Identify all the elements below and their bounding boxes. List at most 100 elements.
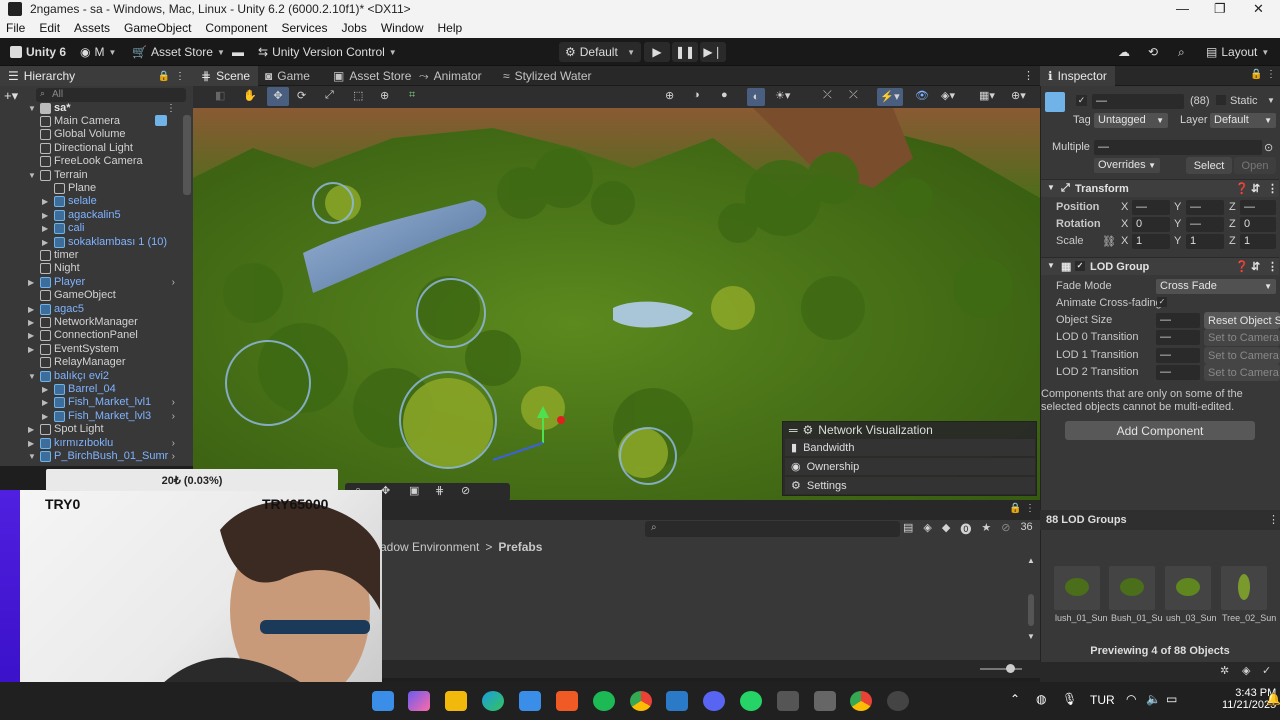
drag-handle-icon[interactable]: ═ (789, 423, 798, 437)
hierarchy-item[interactable]: ▶ kırmızıboklu › (0, 437, 183, 450)
volume-icon[interactable]: 🔈 (1146, 692, 1161, 706)
windows-start-icon[interactable] (372, 691, 394, 711)
rect-tool-icon[interactable]: ⬚ (353, 89, 363, 102)
whatsapp-icon[interactable] (740, 691, 762, 711)
tab-game[interactable]: ◙ Game (257, 66, 318, 86)
more-icon[interactable]: ⋮ (1025, 503, 1035, 514)
scroll-down-icon[interactable]: ▼ (1027, 632, 1035, 641)
hierarchy-item[interactable]: ▶ Player › (0, 276, 183, 289)
hierarchy-search-input[interactable]: ⌕ All (36, 88, 186, 102)
chevron-down-icon[interactable]: ▼ (28, 169, 36, 182)
lod-group-header[interactable]: ▼ ▦ ✓ LOD Group ❓ ⇵ ⋮ (1041, 257, 1279, 275)
move-tool-icon[interactable]: ✥ (381, 484, 390, 497)
custom-tool-icon[interactable]: ⌗ (409, 89, 415, 102)
chevron-right-icon[interactable]: ▶ (28, 437, 34, 450)
asset-store-dropdown[interactable]: 🛒 Asset Store ▼ (126, 42, 231, 62)
tab-stylized-water[interactable]: ≈ Stylized Water (495, 66, 600, 86)
fade-mode-dropdown[interactable]: Cross Fade ▼ (1156, 279, 1276, 294)
vscode-icon[interactable] (666, 691, 688, 711)
zoom-slider[interactable] (980, 668, 1022, 670)
multiple-field[interactable]: — (1094, 140, 1262, 155)
hierarchy-item[interactable]: ▶ Fish_Market_lvl1 › (0, 396, 183, 409)
store-icon[interactable] (519, 691, 541, 711)
chevron-right-icon[interactable]: ▶ (42, 222, 48, 235)
netviz-bandwidth[interactable]: ▮ Bandwidth (785, 439, 1035, 456)
audio-icon[interactable]: ⤫ (823, 89, 832, 102)
security-icon[interactable]: ◍ (1036, 692, 1046, 706)
unity-editor-icon[interactable] (814, 691, 836, 711)
microphone-icon[interactable]: 🎙 (1062, 692, 1077, 706)
lod1-transition-field[interactable]: — (1156, 348, 1200, 363)
preview-thumb[interactable] (1054, 566, 1100, 610)
copilot-icon[interactable] (408, 691, 430, 711)
object-size-field[interactable]: — (1156, 313, 1200, 328)
chevron-up-icon[interactable]: ⌃ (1010, 692, 1020, 706)
chevron-right-icon[interactable]: ▶ (42, 410, 48, 423)
account-dropdown[interactable]: ◉ M ▼ (74, 42, 122, 62)
target-icon[interactable]: ⊙ (1264, 141, 1273, 154)
menu-component[interactable]: Component (205, 21, 267, 35)
hierarchy-item[interactable]: ▼ balıkçı evi2 (0, 370, 183, 383)
preview-thumb[interactable] (1221, 566, 1267, 610)
chevron-right-icon[interactable]: ▶ (42, 195, 48, 208)
lod2-transition-field[interactable]: — (1156, 365, 1200, 380)
chevron-right-icon[interactable]: ▶ (28, 303, 34, 316)
scale-z-field[interactable]: 1 (1240, 234, 1276, 249)
hierarchy-item[interactable]: RelayManager (0, 356, 183, 369)
layers-icon[interactable]: ◈▾ (941, 89, 955, 102)
view-tool-icon[interactable]: ◧ (215, 89, 225, 102)
chevron-right-icon[interactable]: › (172, 437, 175, 450)
preview-thumb[interactable] (1109, 566, 1155, 610)
gizmos-icon[interactable]: ⚡▾ (877, 88, 903, 106)
add-component-button[interactable]: Add Component (1065, 421, 1255, 440)
project-scrollbar[interactable]: ▲ ▼ (1027, 556, 1035, 641)
camera-icon[interactable]: ▣ (409, 484, 419, 497)
warning-icon[interactable]: ⓿ (960, 521, 971, 537)
settings-icon[interactable]: ⇵ (1251, 260, 1260, 273)
chrome-icon[interactable] (850, 691, 872, 711)
debug-icon[interactable]: ✲ (1220, 664, 1229, 677)
lock-icon[interactable]: 🔒 (1250, 69, 1262, 80)
tab-inspector[interactable]: ℹ Inspector (1040, 66, 1115, 86)
hierarchy-item[interactable]: ▶ selale (0, 195, 183, 208)
animate-cross-fading-checkbox[interactable]: ✓ (1157, 297, 1167, 307)
chevron-down-icon[interactable]: ▼ (28, 370, 36, 383)
edge-icon[interactable] (482, 691, 504, 711)
hierarchy-item[interactable]: timer (0, 249, 183, 262)
tab-hierarchy[interactable]: ☰ Hierarchy 🔒 ⋮ (0, 66, 193, 86)
snap-icon[interactable]: ⊘ (461, 484, 470, 497)
preview-thumb[interactable] (1165, 566, 1211, 610)
object-name-field[interactable]: — (1092, 94, 1184, 109)
chevron-right-icon[interactable]: › (172, 410, 175, 423)
layer-dropdown[interactable]: Default ▼ (1210, 113, 1276, 128)
check-icon[interactable]: ✓ (1262, 664, 1271, 677)
hierarchy-item[interactable]: ▶ agackalin5 (0, 209, 183, 222)
hierarchy-item[interactable]: ▼ Terrain (0, 169, 183, 182)
filter-label-icon[interactable]: ◈ (923, 521, 931, 537)
tag-dropdown[interactable]: Untagged ▼ (1094, 113, 1168, 128)
hierarchy-item[interactable]: ▶ ConnectionPanel (0, 329, 183, 342)
help-icon[interactable]: ❓ (1235, 260, 1249, 273)
build-profile-dropdown[interactable]: ⚙ Default ▼ (559, 42, 641, 62)
hierarchy-item[interactable]: ▶ EventSystem (0, 343, 183, 356)
chevron-right-icon[interactable]: ▶ (28, 329, 34, 342)
breadcrumb-item[interactable]: Prefabs (498, 540, 542, 554)
netviz-ownership[interactable]: ◉ Ownership (785, 458, 1035, 475)
scale-x-field[interactable]: 1 (1132, 234, 1170, 249)
wifi-icon[interactable]: ◠ (1126, 692, 1136, 706)
chevron-right-icon[interactable]: › (172, 276, 175, 289)
scale-y-field[interactable]: 1 (1186, 234, 1224, 249)
hierarchy-item[interactable]: ▶ agac5 (0, 303, 183, 316)
hierarchy-item[interactable]: ▶ NetworkManager (0, 316, 183, 329)
play-button[interactable]: ▶ (644, 42, 670, 62)
obs-icon[interactable] (887, 691, 909, 711)
orientation-icon[interactable]: ⊕▾ (1011, 89, 1026, 102)
chevron-down-icon[interactable]: ▼ (28, 450, 36, 463)
layout-dropdown[interactable]: ▤ Layout ▼ (1200, 42, 1275, 62)
chevron-right-icon[interactable]: › (172, 396, 175, 409)
menu-assets[interactable]: Assets (74, 21, 110, 35)
network-visualization-header[interactable]: ═ ⚙ Network Visualization (789, 423, 933, 437)
lod-enabled-checkbox[interactable]: ✓ (1075, 261, 1085, 271)
overrides-dropdown[interactable]: Overrides ▼ (1094, 158, 1160, 173)
filter-type-icon[interactable]: ▤ (903, 521, 913, 537)
